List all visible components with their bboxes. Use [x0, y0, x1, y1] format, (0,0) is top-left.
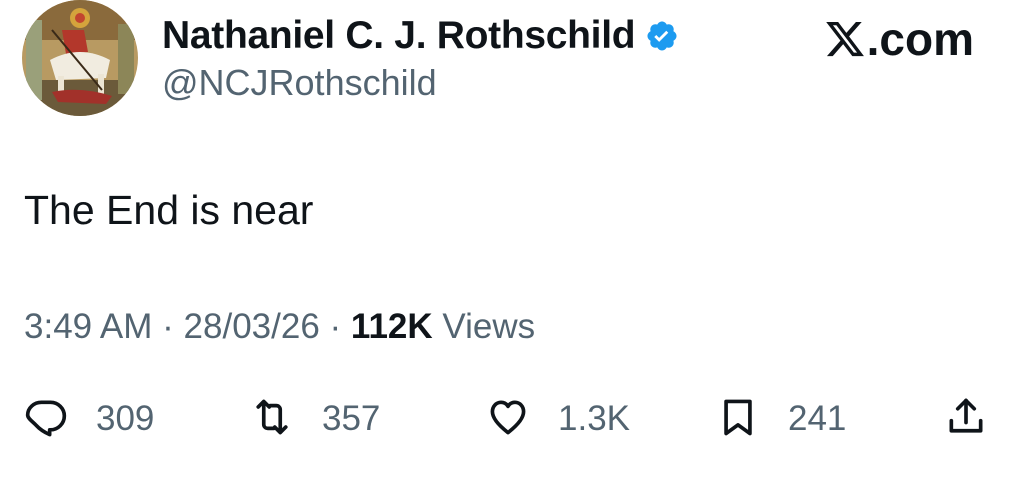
share-icon [944, 395, 988, 444]
views-count: 112K [350, 307, 433, 346]
repost-button[interactable]: 357 [250, 392, 380, 446]
reply-count: 309 [96, 399, 155, 438]
author-name-text[interactable]: Nathaniel C. J. Rothschild [162, 14, 636, 58]
views-label: Views [442, 307, 536, 346]
share-button[interactable] [944, 392, 988, 446]
meta-separator: · [162, 307, 174, 346]
bookmark-icon [716, 395, 760, 444]
tweet-metadata: 3:49 AM · 28/03/26 · 112K Views [24, 307, 535, 347]
site-logo: .com [823, 12, 974, 66]
verified-badge-icon [645, 19, 679, 53]
bookmark-button[interactable]: 241 [716, 392, 846, 446]
like-icon [486, 395, 530, 444]
like-count: 1.3K [558, 399, 630, 438]
author-handle[interactable]: @NCJRothschild [162, 62, 437, 104]
action-bar: 309 357 1.3K 241 [0, 392, 1024, 446]
tweet-date[interactable]: 28/03/26 [184, 307, 320, 346]
bookmark-count: 241 [788, 399, 847, 438]
reply-icon [24, 395, 68, 444]
tweet-time[interactable]: 3:49 AM [24, 307, 152, 346]
site-logo-text: .com [866, 13, 974, 65]
author-display-name[interactable]: Nathaniel C. J. Rothschild [162, 14, 679, 58]
meta-separator: · [329, 307, 342, 346]
repost-count: 357 [322, 399, 381, 438]
repost-icon [250, 395, 294, 444]
x-logo-icon [823, 18, 867, 60]
tweet-text: The End is near [24, 187, 314, 233]
avatar[interactable] [22, 0, 138, 116]
like-button[interactable]: 1.3K [486, 392, 630, 446]
reply-button[interactable]: 309 [24, 392, 154, 446]
